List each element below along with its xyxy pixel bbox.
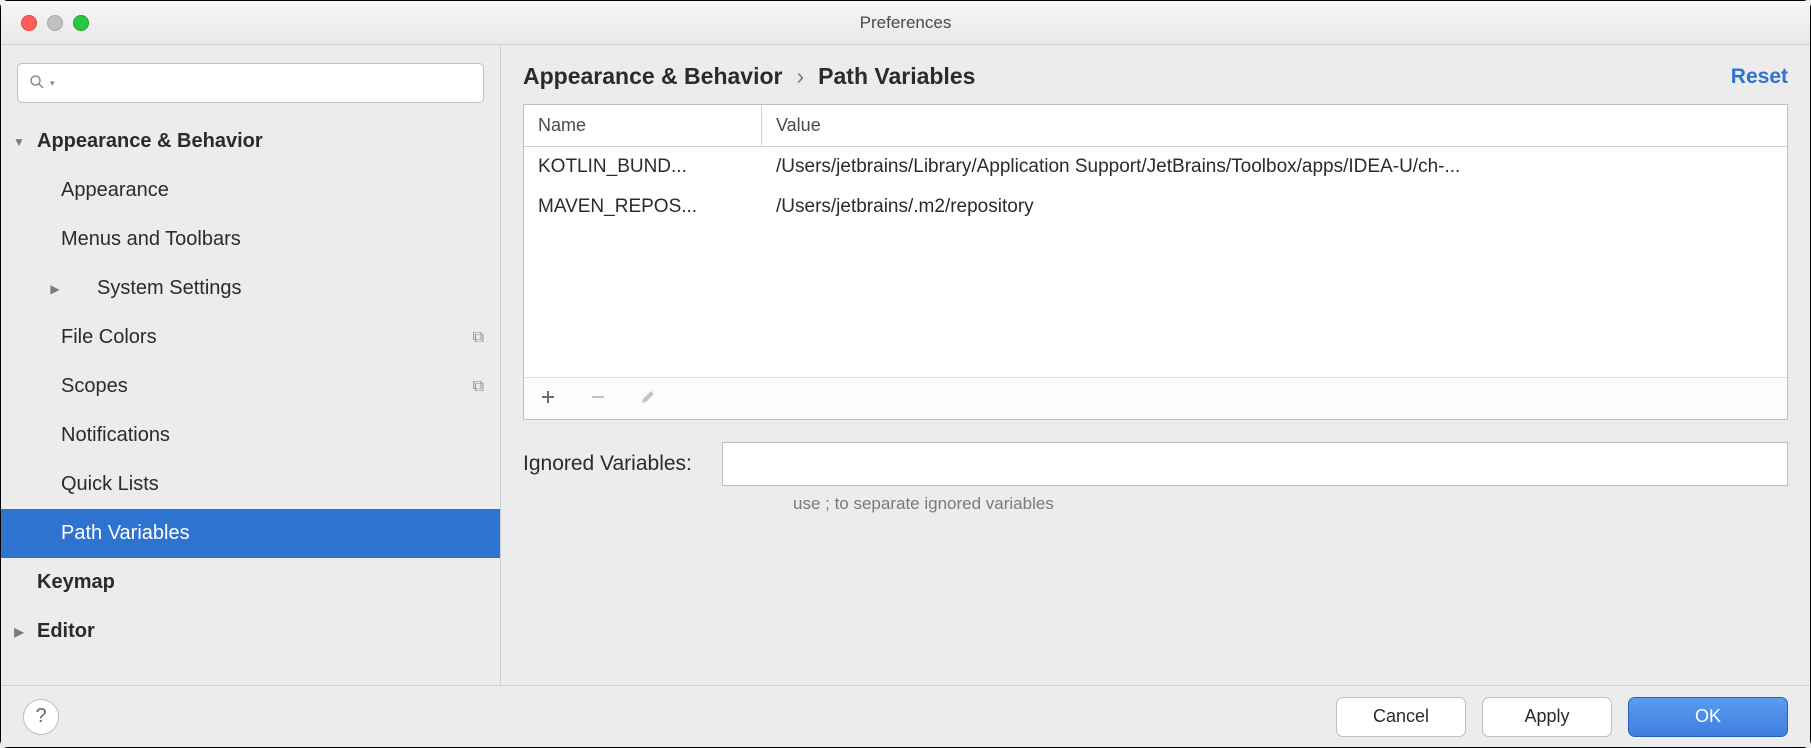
search-input[interactable] bbox=[59, 74, 473, 92]
sidebar-item-quick-lists[interactable]: Quick Lists bbox=[1, 460, 500, 509]
maximize-window-button[interactable] bbox=[73, 15, 89, 31]
sidebar-item-label: File Colors bbox=[1, 326, 473, 349]
minimize-window-button[interactable] bbox=[47, 15, 63, 31]
ignored-variables-input[interactable] bbox=[722, 442, 1788, 486]
chevron-right-icon: ▶ bbox=[37, 282, 73, 296]
ignored-variables-label: Ignored Variables: bbox=[523, 452, 692, 476]
sidebar-item-scopes[interactable]: Scopes ⧉ bbox=[1, 362, 500, 411]
path-variables-table: Name Value KOTLIN_BUND... /Users/jetbrai… bbox=[523, 104, 1788, 420]
table-row[interactable]: KOTLIN_BUND... /Users/jetbrains/Library/… bbox=[524, 147, 1787, 187]
sidebar-item-keymap[interactable]: Keymap bbox=[1, 558, 500, 607]
sidebar-item-label: Editor bbox=[37, 620, 484, 643]
cancel-button[interactable]: Cancel bbox=[1336, 697, 1466, 737]
window-title: Preferences bbox=[860, 13, 952, 33]
cell-name: MAVEN_REPOS... bbox=[524, 196, 762, 218]
traffic-lights bbox=[1, 15, 89, 31]
cell-value: /Users/jetbrains/Library/Application Sup… bbox=[762, 156, 1787, 178]
sidebar-item-label: Appearance bbox=[1, 179, 484, 202]
sidebar-item-label: Keymap bbox=[37, 571, 484, 594]
help-button[interactable]: ? bbox=[23, 699, 59, 735]
footer: ? Cancel Apply OK bbox=[1, 685, 1810, 747]
sidebar-item-appearance[interactable]: Appearance bbox=[1, 166, 500, 215]
main-panel: Appearance & Behavior › Path Variables R… bbox=[501, 45, 1810, 685]
sidebar-item-label: Path Variables bbox=[1, 522, 484, 545]
edit-button[interactable] bbox=[640, 389, 656, 409]
close-window-button[interactable] bbox=[21, 15, 37, 31]
breadcrumb-separator: › bbox=[796, 63, 804, 90]
project-level-icon: ⧉ bbox=[473, 329, 484, 347]
cell-name: KOTLIN_BUND... bbox=[524, 156, 762, 178]
chevron-down-icon: ▼ bbox=[1, 135, 37, 149]
ignored-variables-hint: use ; to separate ignored variables bbox=[793, 494, 1788, 514]
sidebar-item-label: System Settings bbox=[73, 277, 484, 300]
table-toolbar bbox=[524, 377, 1787, 419]
breadcrumb-current: Path Variables bbox=[818, 63, 975, 90]
sidebar-item-label: Notifications bbox=[1, 424, 484, 447]
sidebar-item-label: Menus and Toolbars bbox=[1, 228, 484, 251]
sidebar-item-notifications[interactable]: Notifications bbox=[1, 411, 500, 460]
chevron-right-icon: ▶ bbox=[1, 625, 37, 639]
sidebar-item-appearance-behavior[interactable]: ▼ Appearance & Behavior bbox=[1, 117, 500, 166]
remove-button[interactable] bbox=[590, 389, 606, 409]
project-level-icon: ⧉ bbox=[473, 378, 484, 396]
sidebar: ▾ ▼ Appearance & Behavior Appearance Men… bbox=[1, 45, 501, 685]
apply-button[interactable]: Apply bbox=[1482, 697, 1612, 737]
search-input-wrap[interactable]: ▾ bbox=[17, 63, 484, 103]
table-header-name[interactable]: Name bbox=[524, 105, 762, 146]
cell-value: /Users/jetbrains/.m2/repository bbox=[762, 196, 1787, 218]
reset-link[interactable]: Reset bbox=[1731, 65, 1788, 89]
breadcrumb: Appearance & Behavior › Path Variables bbox=[523, 63, 975, 90]
sidebar-item-menus-toolbars[interactable]: Menus and Toolbars bbox=[1, 215, 500, 264]
dropdown-icon: ▾ bbox=[50, 78, 55, 89]
sidebar-item-label: Scopes bbox=[1, 375, 473, 398]
sidebar-item-label: Quick Lists bbox=[1, 473, 484, 496]
search-icon bbox=[28, 73, 46, 94]
sidebar-item-system-settings[interactable]: ▶ System Settings bbox=[1, 264, 500, 313]
titlebar: Preferences bbox=[1, 1, 1810, 45]
add-button[interactable] bbox=[540, 389, 556, 409]
sidebar-item-label: Appearance & Behavior bbox=[37, 130, 484, 153]
table-header-value[interactable]: Value bbox=[762, 105, 1787, 146]
sidebar-item-file-colors[interactable]: File Colors ⧉ bbox=[1, 313, 500, 362]
table-row[interactable]: MAVEN_REPOS... /Users/jetbrains/.m2/repo… bbox=[524, 187, 1787, 227]
sidebar-item-path-variables[interactable]: Path Variables bbox=[1, 509, 500, 558]
breadcrumb-parent: Appearance & Behavior bbox=[523, 63, 782, 90]
sidebar-item-editor[interactable]: ▶ Editor bbox=[1, 607, 500, 656]
ok-button[interactable]: OK bbox=[1628, 697, 1788, 737]
